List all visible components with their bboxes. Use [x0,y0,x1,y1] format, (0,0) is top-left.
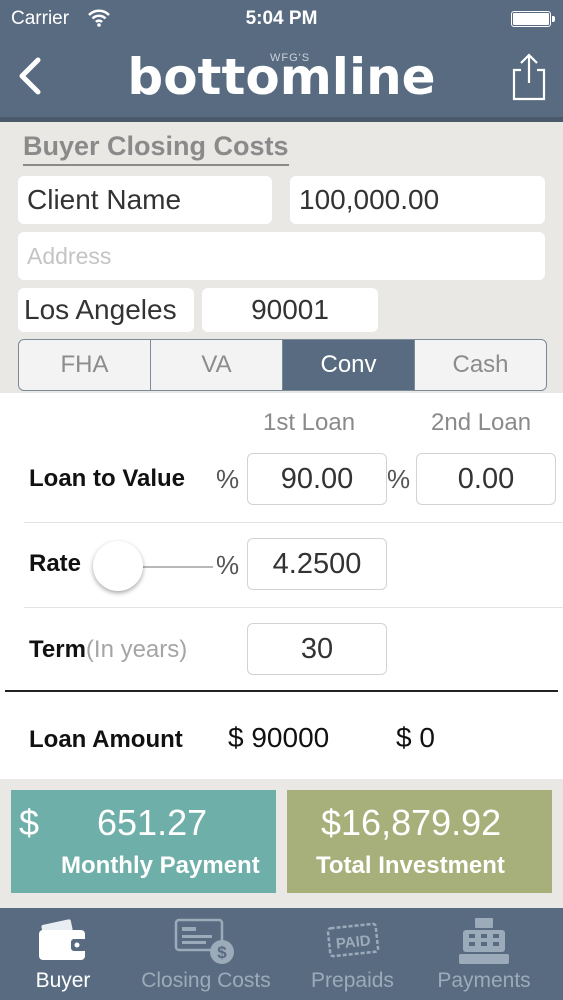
tab-payments-label: Payments [437,969,531,992]
second-loan-header: 2nd Loan [431,409,532,436]
ltv-label: Loan to Value [29,465,186,492]
zip-field[interactable]: 90001 [202,288,378,332]
monthly-payment-tile[interactable]: $ 651.27 Monthly Payment [11,790,276,893]
cash-register-icon [459,918,509,964]
address-field[interactable]: Address [18,232,545,280]
rate-percent: % [216,550,240,580]
tab-prepaids[interactable]: PAID Prepaids [295,908,410,1000]
rate-label: Rate [29,550,82,577]
term-hint: (In years) [85,636,188,663]
row-divider [24,607,563,608]
loan-type-selector: FHA VA Conv Cash [18,339,547,391]
svg-text:$: $ [217,943,227,962]
loan-amount-divider [5,690,558,692]
row-divider [24,522,563,523]
rate-input[interactable]: 4.2500 [247,538,387,590]
client-name-field[interactable]: Client Name [18,176,272,224]
loan-type-fha[interactable]: FHA [19,340,151,390]
monthly-payment-label: Monthly Payment [61,852,260,879]
loan-amount-second: $ 0 [396,722,435,753]
share-icon[interactable] [511,52,547,102]
tab-prepaids-label: Prepaids [311,969,394,992]
nav-bar: WFG'S bottomline [0,38,563,117]
loan-type-conv[interactable]: Conv [283,340,415,390]
term-input[interactable]: 30 [247,623,387,675]
total-investment-label: Total Investment [316,852,505,879]
battery-icon [511,11,555,27]
paid-stamp-icon: PAID [326,922,379,958]
price-field[interactable]: 100,000.00 [290,176,545,224]
brand-logo: bottomline [127,48,436,106]
loan-type-va[interactable]: VA [151,340,283,390]
clock: 5:04 PM [245,8,318,29]
tab-payments[interactable]: Payments [425,908,543,1000]
nav-bar-divider [0,117,563,122]
term-label-text: Term [29,636,86,663]
total-investment-tile[interactable]: $16,879.92 Total Investment [287,790,552,893]
monthly-currency-symbol: $ [19,802,40,843]
loan-type-cash[interactable]: Cash [415,340,546,390]
wallet-icon [39,919,87,960]
rate-slider-thumb[interactable] [93,541,143,591]
monthly-payment-value: 651.27 [97,802,208,843]
ltv-first-input[interactable]: 90.00 [247,453,387,505]
paid-stamp-text: PAID [335,932,371,953]
term-label: Term(In years) [29,636,187,664]
loan-amount-first: $ 90000 [228,722,330,753]
section-title: Buyer Closing Costs [23,131,289,166]
total-investment-value: $16,879.92 [321,802,502,843]
tab-closing-costs-label: Closing Costs [141,969,271,992]
tab-closing-costs[interactable]: $ Closing Costs [130,908,282,1000]
city-field[interactable]: Los Angeles [18,288,194,332]
tab-bar: Buyer $ Closing Costs PAID Prepaids Paym… [0,908,563,1000]
tab-buyer[interactable]: Buyer [8,908,118,1000]
tab-buyer-label: Buyer [35,969,91,992]
check-dollar-icon: $ [174,918,234,964]
ltv-second-percent: % [387,464,411,494]
ltv-second-input[interactable]: 0.00 [416,453,556,505]
ltv-first-percent: % [216,464,240,494]
status-bar: Carrier 5:04 PM [0,0,563,38]
loan-amount-label: Loan Amount [29,726,183,753]
first-loan-header: 1st Loan [263,409,356,436]
